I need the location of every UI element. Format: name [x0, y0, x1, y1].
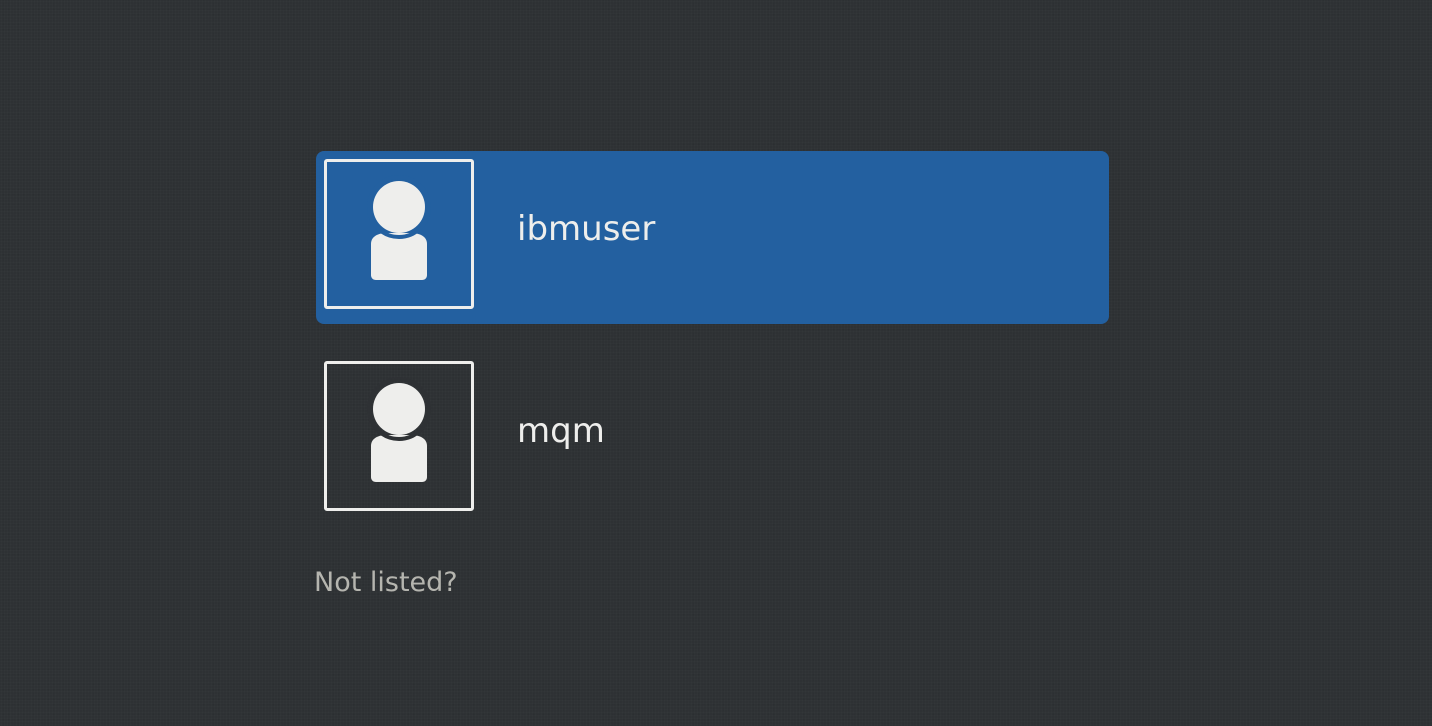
not-listed-link[interactable]: Not listed? [314, 564, 458, 602]
user-row-mqm[interactable]: mqm [316, 353, 1109, 526]
user-avatar-icon [324, 361, 474, 511]
user-name: mqm [517, 411, 605, 451]
user-name: ibmuser [517, 209, 656, 249]
user-avatar-icon [324, 159, 474, 309]
user-row-ibmuser[interactable]: ibmuser [316, 151, 1109, 324]
user-list: ibmuser mqm [316, 151, 1109, 526]
